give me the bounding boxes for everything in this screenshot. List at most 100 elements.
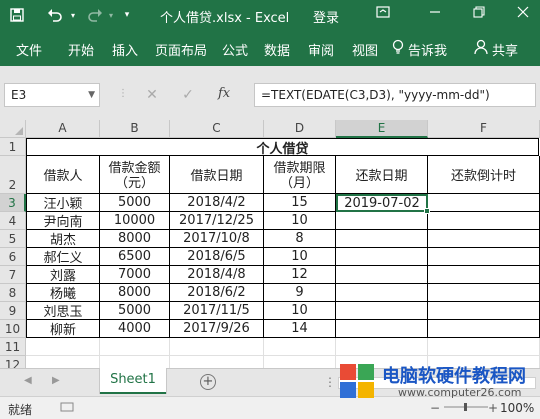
empty-cell[interactable] [100, 338, 170, 356]
table-cell[interactable]: 5000 [100, 194, 170, 212]
table-cell[interactable]: 10 [264, 248, 336, 266]
table-cell[interactable] [336, 248, 428, 266]
table-cell[interactable] [428, 266, 540, 284]
insert-function-icon[interactable]: fx [218, 86, 230, 101]
table-cell[interactable]: 2018/4/2 [170, 194, 264, 212]
empty-cell[interactable] [428, 338, 540, 356]
table-cell[interactable] [428, 212, 540, 230]
tab-file[interactable]: 文件 [16, 40, 42, 59]
table-cell[interactable]: 2017/9/26 [170, 320, 264, 338]
table-cell[interactable] [428, 320, 540, 338]
tab-insert[interactable]: 插入 [112, 40, 138, 59]
cancel-icon[interactable]: ✕ [142, 84, 162, 106]
select-all-corner[interactable] [0, 120, 26, 138]
empty-cell[interactable] [170, 356, 264, 368]
row-header-7[interactable]: 7 [0, 266, 26, 284]
empty-cell[interactable] [336, 338, 428, 356]
column-header-a[interactable]: A [26, 120, 100, 138]
header-cell[interactable]: 借款人 [26, 156, 100, 194]
row-header-5[interactable]: 5 [0, 230, 26, 248]
add-sheet-icon[interactable]: + [200, 374, 216, 390]
table-cell[interactable]: 8 [264, 230, 336, 248]
table-cell[interactable]: 胡杰 [26, 230, 100, 248]
sheet-tab-active[interactable]: Sheet1 [100, 368, 166, 394]
column-header-e[interactable]: E [336, 120, 428, 138]
table-cell[interactable]: 5000 [100, 302, 170, 320]
table-cell[interactable] [428, 230, 540, 248]
table-cell[interactable]: 7000 [100, 266, 170, 284]
tab-formulas[interactable]: 公式 [222, 40, 248, 59]
table-cell[interactable]: 4000 [100, 320, 170, 338]
table-cell[interactable] [336, 320, 428, 338]
empty-cell[interactable] [100, 356, 170, 368]
row-header-4[interactable]: 4 [0, 212, 26, 230]
table-cell[interactable] [428, 302, 540, 320]
header-cell[interactable]: 还款日期 [336, 156, 428, 194]
table-cell[interactable]: 2017/12/25 [170, 212, 264, 230]
tab-review[interactable]: 审阅 [308, 40, 334, 59]
name-box[interactable]: E3 ▼ [4, 83, 100, 107]
row-header-9[interactable]: 9 [0, 302, 26, 320]
tab-home[interactable]: 开始 [68, 40, 94, 59]
header-cell[interactable]: 还款倒计时 [428, 156, 540, 194]
header-cell[interactable]: 借款日期 [170, 156, 264, 194]
header-cell[interactable]: 借款期限（月） [264, 156, 336, 194]
redo-dropdown-icon[interactable]: ▾ [106, 0, 116, 30]
table-cell[interactable]: 14 [264, 320, 336, 338]
column-header-d[interactable]: D [264, 120, 336, 138]
share-button[interactable]: 共享 [492, 40, 518, 59]
table-cell[interactable]: 2018/6/2 [170, 284, 264, 302]
redo-icon[interactable] [84, 0, 106, 30]
prev-sheet-icon[interactable]: ◀ [24, 375, 32, 386]
table-cell[interactable]: 6500 [100, 248, 170, 266]
empty-cell[interactable] [264, 356, 336, 368]
fill-handle[interactable] [424, 208, 430, 214]
restore-icon[interactable] [468, 4, 490, 26]
column-header-c[interactable]: C [170, 120, 264, 138]
customize-qat-icon[interactable]: ▾ [120, 0, 134, 30]
column-header-b[interactable]: B [100, 120, 170, 138]
save-icon[interactable] [6, 0, 28, 30]
table-cell[interactable]: 10000 [100, 212, 170, 230]
table-cell[interactable] [428, 284, 540, 302]
row-header-11[interactable]: 11 [0, 338, 26, 356]
enter-icon[interactable]: ✓ [178, 84, 198, 106]
table-cell[interactable]: 汪小颖 [26, 194, 100, 212]
name-box-dropdown-icon[interactable]: ▼ [88, 84, 95, 106]
undo-icon[interactable] [44, 0, 66, 30]
empty-cell[interactable] [26, 338, 100, 356]
column-header-f[interactable]: F [428, 120, 540, 138]
table-cell[interactable]: 刘思玉 [26, 302, 100, 320]
table-cell[interactable]: 尹向南 [26, 212, 100, 230]
table-cell[interactable]: 10 [264, 212, 336, 230]
close-icon[interactable] [512, 4, 534, 26]
table-cell[interactable] [336, 266, 428, 284]
table-cell[interactable]: 12 [264, 266, 336, 284]
table-cell[interactable] [428, 248, 540, 266]
table-cell[interactable]: 8000 [100, 284, 170, 302]
table-cell[interactable]: 2017/10/8 [170, 230, 264, 248]
empty-cell[interactable] [170, 338, 264, 356]
table-cell[interactable] [336, 212, 428, 230]
tab-view[interactable]: 视图 [352, 40, 378, 59]
table-cell[interactable]: 9 [264, 284, 336, 302]
formula-input[interactable]: =TEXT(EDATE(C3,D3), "yyyy-mm-dd") [254, 83, 536, 107]
table-cell[interactable] [336, 284, 428, 302]
empty-cell[interactable] [264, 338, 336, 356]
login-link[interactable]: 登录 [313, 7, 339, 26]
tab-data[interactable]: 数据 [264, 40, 290, 59]
table-cell[interactable] [428, 194, 540, 212]
row-header-8[interactable]: 8 [0, 284, 26, 302]
table-cell[interactable] [336, 230, 428, 248]
table-cell[interactable]: 柳新 [26, 320, 100, 338]
row-header-10[interactable]: 10 [0, 320, 26, 338]
tabs-splitter-icon[interactable]: ⋮ [324, 375, 336, 389]
undo-dropdown-icon[interactable]: ▾ [68, 0, 78, 30]
table-cell[interactable]: 郝仁义 [26, 248, 100, 266]
row-header-3[interactable]: 3 [0, 194, 26, 212]
next-sheet-icon[interactable]: ▶ [52, 375, 60, 386]
table-cell[interactable]: 8000 [100, 230, 170, 248]
table-cell[interactable] [336, 302, 428, 320]
table-cell[interactable]: 15 [264, 194, 336, 212]
empty-cell[interactable] [26, 356, 100, 368]
